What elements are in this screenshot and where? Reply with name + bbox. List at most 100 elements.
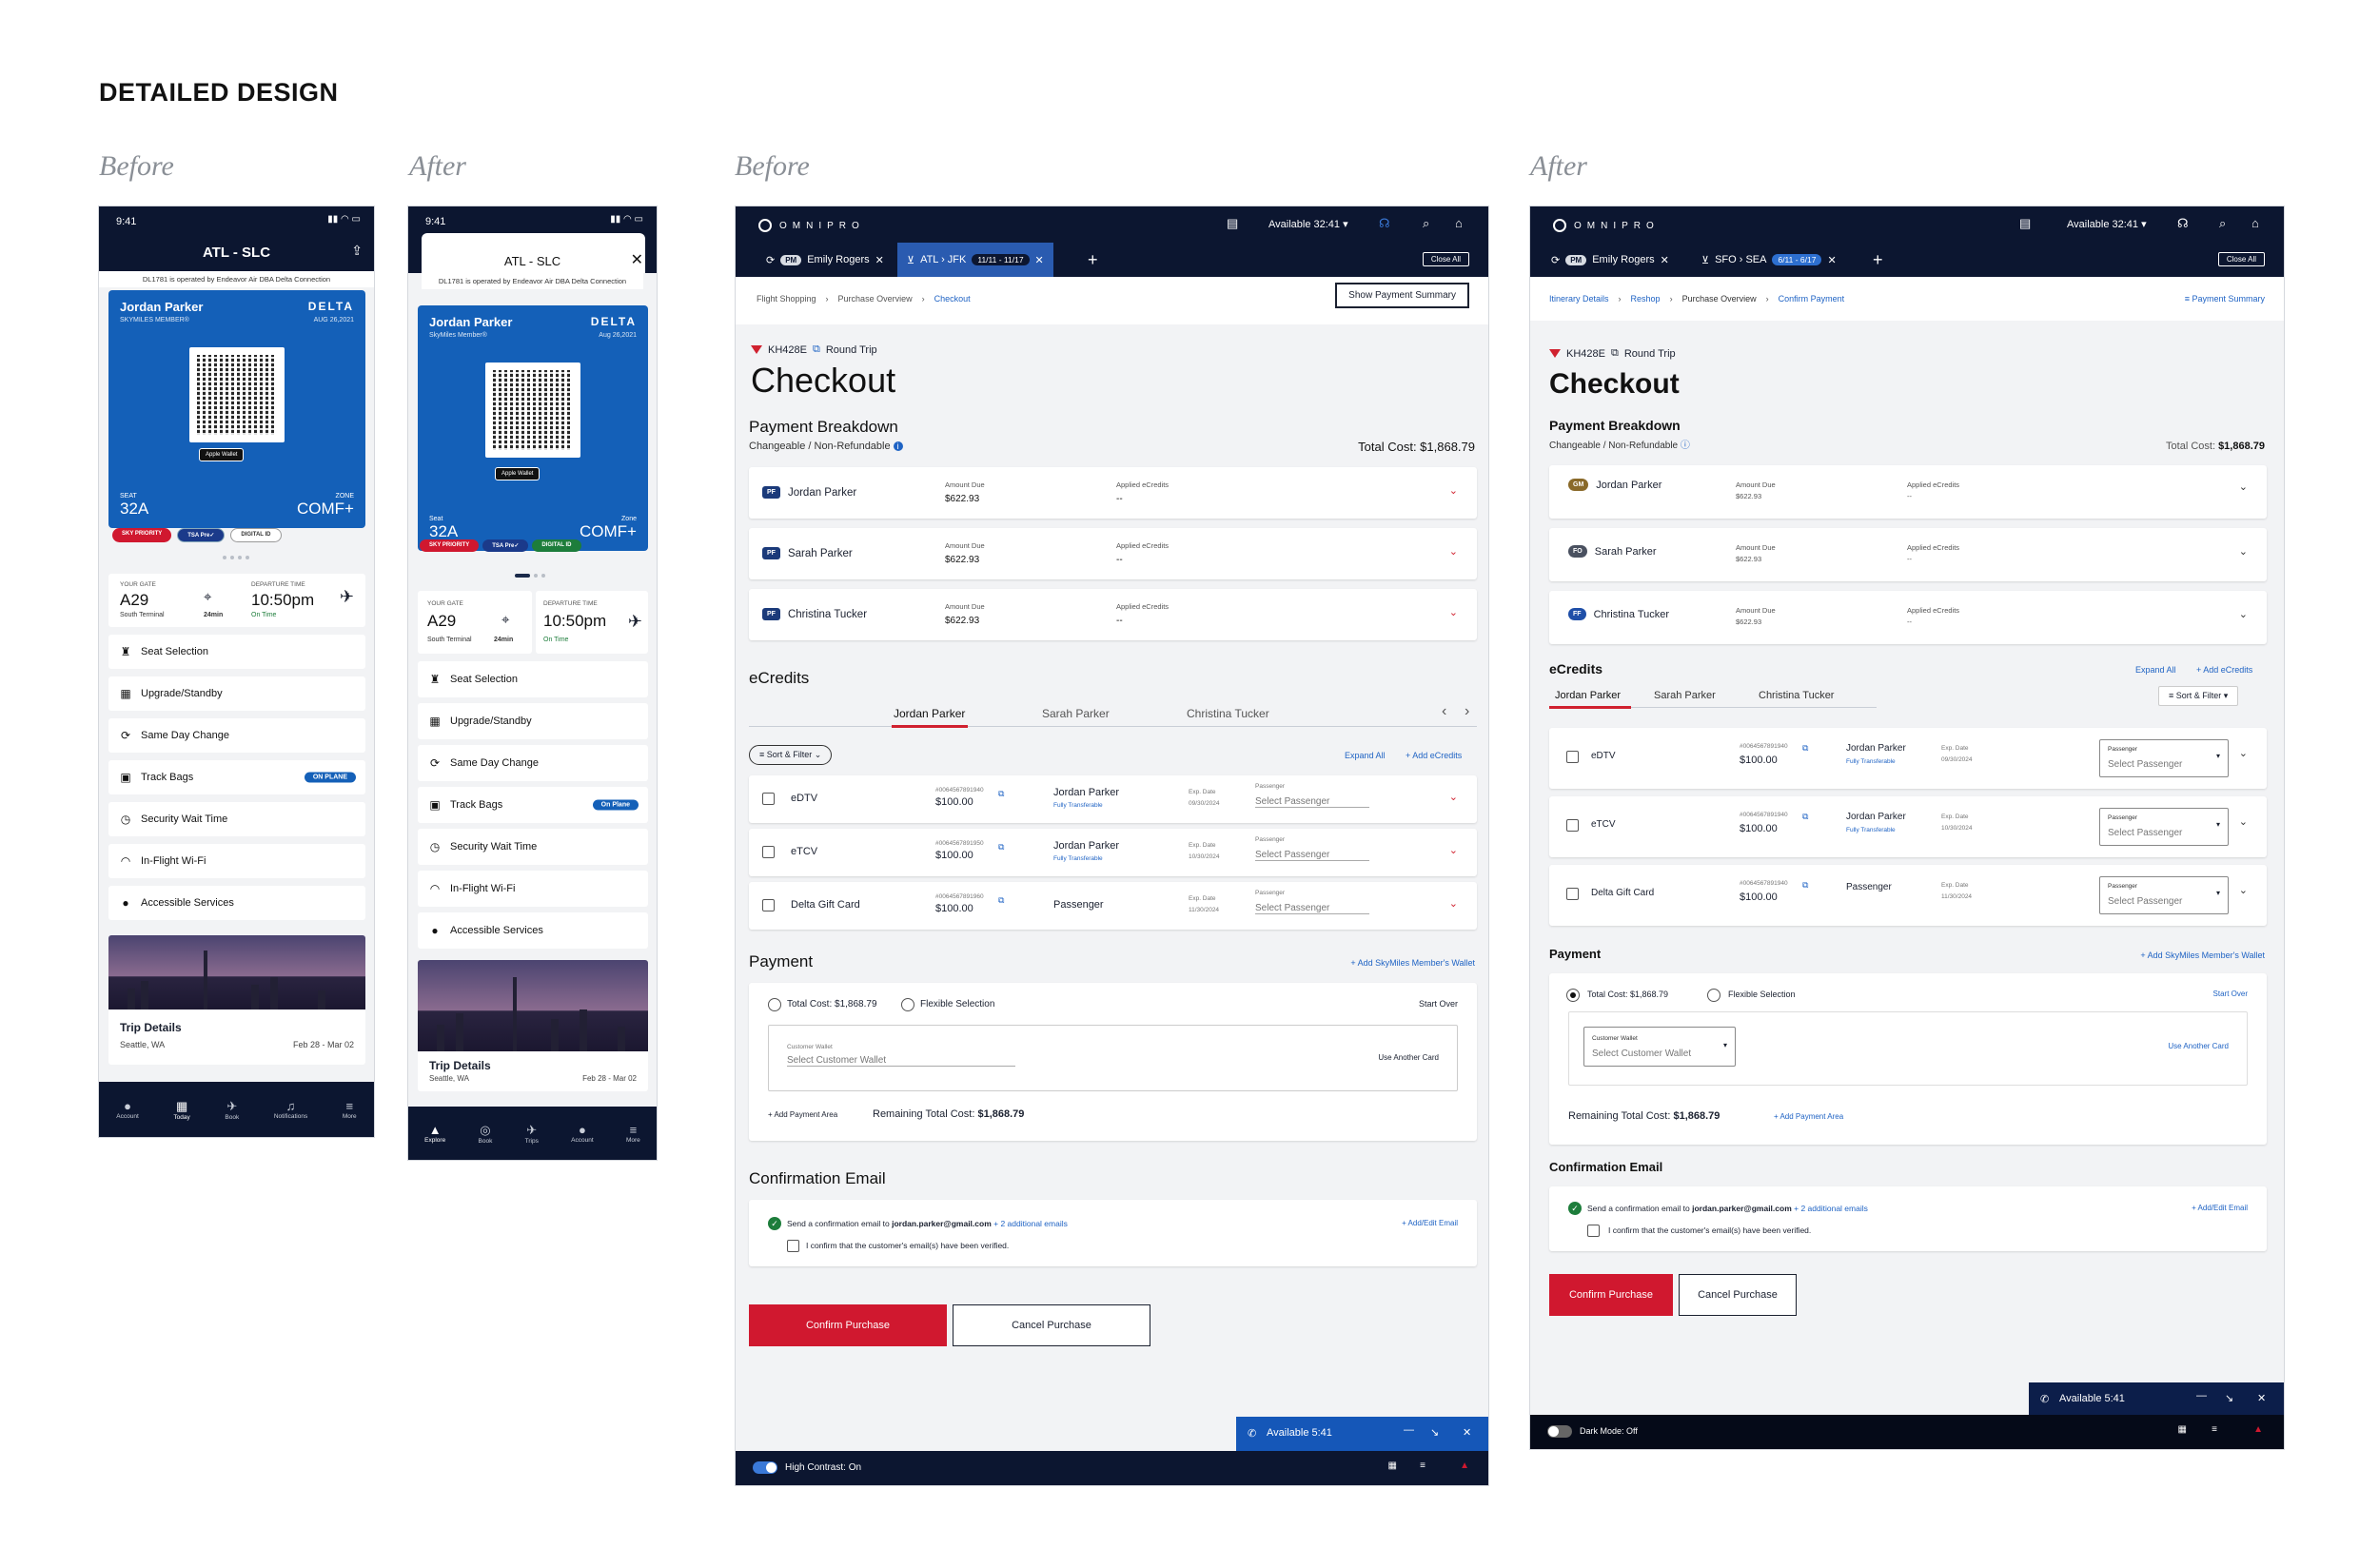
ecredit-row[interactable]: eDTV #0064567891940 $100.00 ⧉ Jordan Par… xyxy=(749,775,1477,823)
chevron-down-icon[interactable]: ⌄ xyxy=(1449,606,1458,618)
expand-icon[interactable]: ↘ xyxy=(2225,1392,2233,1404)
sort-filter-button[interactable]: ≡ Sort & Filter ⌄ xyxy=(749,745,833,765)
menu-upgrade-standby[interactable]: ▦ Upgrade/Standby xyxy=(108,676,365,711)
add-wallet-link[interactable]: + Add SkyMiles Member's Wallet xyxy=(2140,951,2265,960)
ecredit-checkbox[interactable] xyxy=(762,793,775,805)
passenger-row[interactable]: PF Christina Tucker Amount Due $622.93 App… xyxy=(749,589,1477,640)
dark-mode-toggle[interactable] xyxy=(1547,1425,1572,1438)
menu-same-day-change[interactable]: ⟳ Same Day Change xyxy=(108,718,365,753)
close-icon[interactable]: ✕ xyxy=(1035,254,1044,266)
add-wallet-link[interactable]: + Add SkyMiles Member's Wallet xyxy=(1350,958,1475,968)
carousel-dots[interactable] xyxy=(515,574,545,578)
menu-track-bags[interactable]: ▣ Track Bags ON PLANE xyxy=(108,760,365,794)
use-another-card-link[interactable]: Use Another Card xyxy=(2168,1042,2229,1050)
chevron-down-icon[interactable]: ⌄ xyxy=(2239,545,2248,558)
minimize-icon[interactable]: — xyxy=(1404,1424,1414,1436)
ecredit-checkbox[interactable] xyxy=(1566,819,1579,832)
menu-security-wait[interactable]: ◷ Security Wait Time xyxy=(418,829,648,865)
breadcrumb-item[interactable]: Flight Shopping xyxy=(757,294,816,304)
ecredit-checkbox[interactable] xyxy=(762,846,775,858)
availability-widget[interactable]: ✆ Available 5:41 — ↘ ✕ xyxy=(1236,1417,1488,1451)
ecredit-tab[interactable]: Sarah Parker xyxy=(1654,690,1716,701)
passenger-row[interactable]: FF Christina Tucker Amount Due $622.93 App… xyxy=(1549,591,2267,644)
breadcrumb-item[interactable]: Itinerary Details xyxy=(1549,294,1609,304)
apple-wallet-button[interactable]: Apple Wallet xyxy=(199,448,245,461)
breadcrumb-item[interactable]: Purchase Overview xyxy=(838,294,913,304)
menu-upgrade-standby[interactable]: ▦ Upgrade/Standby xyxy=(418,703,648,739)
add-edit-email-link[interactable]: + Add/Edit Email xyxy=(2192,1204,2248,1212)
cancel-purchase-button[interactable]: Cancel Purchase xyxy=(953,1304,1150,1346)
ecredit-row[interactable]: eTCV #0064567891950 $100.00 ⧉ Jordan Par… xyxy=(749,829,1477,876)
tab-trips[interactable]: ✈ Trips xyxy=(525,1123,539,1145)
ecredit-checkbox[interactable] xyxy=(1566,751,1579,763)
chevron-down-icon[interactable]: ⌄ xyxy=(2239,815,2248,828)
alert-icon[interactable]: ▲ xyxy=(1460,1460,1469,1471)
availability-widget[interactable]: ✆ Available 5:41 — ↘ ✕ xyxy=(2029,1382,2284,1417)
chevron-down-icon[interactable]: ⌄ xyxy=(1449,897,1458,910)
total-cost-radio[interactable] xyxy=(768,998,781,1011)
passenger-row[interactable]: GM Jordan Parker Amount Due $622.93 Applie… xyxy=(1549,465,2267,519)
select-passenger-dropdown[interactable]: Passenger Select Passenger ▾ xyxy=(2099,876,2229,914)
close-icon[interactable]: ✕ xyxy=(631,250,643,269)
ecredit-checkbox[interactable] xyxy=(762,899,775,911)
menu-same-day-change[interactable]: ⟳ Same Day Change xyxy=(418,745,648,781)
search-icon[interactable]: ⌕ xyxy=(2219,216,2226,231)
share-icon[interactable]: ⇪ xyxy=(351,243,363,259)
copy-icon[interactable]: ⧉ xyxy=(998,842,1004,853)
tab-itinerary[interactable]: ⊻ SFO › SEA 6/11 - 6/17 ✕ xyxy=(1692,243,1846,277)
ecredit-row[interactable]: eTCV #0064567891940 $100.00 ⧉ Jordan Par… xyxy=(1549,796,2267,857)
close-icon[interactable]: ✕ xyxy=(1463,1426,1471,1439)
chevron-down-icon[interactable]: ⌄ xyxy=(1449,545,1458,558)
ecredit-checkbox[interactable] xyxy=(1566,888,1579,900)
headset-icon[interactable]: ☊ xyxy=(1379,216,1390,231)
close-icon[interactable]: ✕ xyxy=(1827,254,1836,266)
select-passenger-dropdown[interactable]: Select Passenger xyxy=(1255,796,1369,808)
home-icon[interactable]: ⌂ xyxy=(1455,216,1463,230)
show-payment-summary-button[interactable]: Show Payment Summary xyxy=(1335,283,1469,308)
notes-icon[interactable]: ≡ xyxy=(2212,1424,2217,1435)
chevron-left-icon[interactable]: ‹ xyxy=(1442,703,1446,720)
close-all-button[interactable]: Close All xyxy=(1422,252,1469,266)
menu-track-bags[interactable]: ▣ Track Bags On Plane xyxy=(418,787,648,823)
tab-notifications[interactable]: ♫ Notifications xyxy=(274,1099,307,1120)
tab-book[interactable]: ✈ Book xyxy=(225,1099,239,1121)
confirm-purchase-button[interactable]: Confirm Purchase xyxy=(1549,1274,1673,1316)
ecredit-row[interactable]: Delta Gift Card #0064567891960 $100.00 ⧉… xyxy=(749,882,1477,930)
close-icon[interactable]: ✕ xyxy=(875,254,884,266)
high-contrast-toggle[interactable] xyxy=(753,1461,777,1474)
ecredit-tab[interactable]: Christina Tucker xyxy=(1187,707,1269,720)
ecredit-tab[interactable]: Jordan Parker xyxy=(894,707,965,720)
start-over-link[interactable]: Start Over xyxy=(2213,990,2248,998)
expand-all-link[interactable]: Expand All xyxy=(1345,751,1386,760)
passenger-row[interactable]: PF Sarah Parker Amount Due $622.93 Applied… xyxy=(749,528,1477,579)
chevron-down-icon[interactable]: ⌄ xyxy=(2239,747,2248,759)
chevron-down-icon[interactable]: ⌄ xyxy=(1449,484,1458,497)
route-title[interactable]: ATL - SLC xyxy=(408,254,657,268)
alert-icon[interactable]: ▲ xyxy=(2253,1424,2263,1435)
confirm-purchase-button[interactable]: Confirm Purchase xyxy=(749,1304,947,1346)
chevron-right-icon[interactable]: › xyxy=(1465,703,1469,720)
menu-accessible[interactable]: ● Accessible Services xyxy=(108,886,365,920)
ecredit-tab[interactable]: Jordan Parker xyxy=(1555,690,1621,701)
add-payment-area-link[interactable]: + Add Payment Area xyxy=(1774,1112,1843,1121)
menu-seat-selection[interactable]: ♜ Seat Selection xyxy=(108,635,365,669)
minimize-icon[interactable]: — xyxy=(2196,1390,2207,1401)
headset-icon[interactable]: ☊ xyxy=(2177,216,2189,231)
list-icon[interactable]: ▤ xyxy=(2019,216,2031,231)
start-over-link[interactable]: Start Over xyxy=(1419,999,1458,1009)
calculator-icon[interactable]: ▦ xyxy=(1388,1460,1397,1471)
payment-summary-link[interactable]: ≡ Payment Summary xyxy=(2185,294,2265,304)
copy-icon[interactable]: ⧉ xyxy=(1802,812,1808,822)
tab-emily-rogers[interactable]: ⟳ PM Emily Rogers ✕ xyxy=(757,243,894,277)
email-verified-checkbox[interactable] xyxy=(787,1240,799,1252)
tab-account[interactable]: ● Account xyxy=(571,1123,594,1144)
menu-seat-selection[interactable]: ♜ Seat Selection xyxy=(418,661,648,697)
ecredit-tab[interactable]: Sarah Parker xyxy=(1042,707,1110,720)
menu-security-wait[interactable]: ◷ Security Wait Time xyxy=(108,802,365,836)
menu-wifi[interactable]: ◠ In-Flight Wi-Fi xyxy=(418,871,648,907)
route-title[interactable]: ATL - SLC xyxy=(99,245,374,261)
chevron-down-icon[interactable]: ⌄ xyxy=(2239,608,2248,620)
close-icon[interactable]: ✕ xyxy=(1661,254,1669,266)
tab-itinerary[interactable]: ⊻ ATL › JFK 11/11 - 11/17 ✕ xyxy=(897,243,1053,277)
boarding-pass[interactable]: Jordan Parker SKYMILES MEMBER® DELTA AUG… xyxy=(108,290,365,528)
